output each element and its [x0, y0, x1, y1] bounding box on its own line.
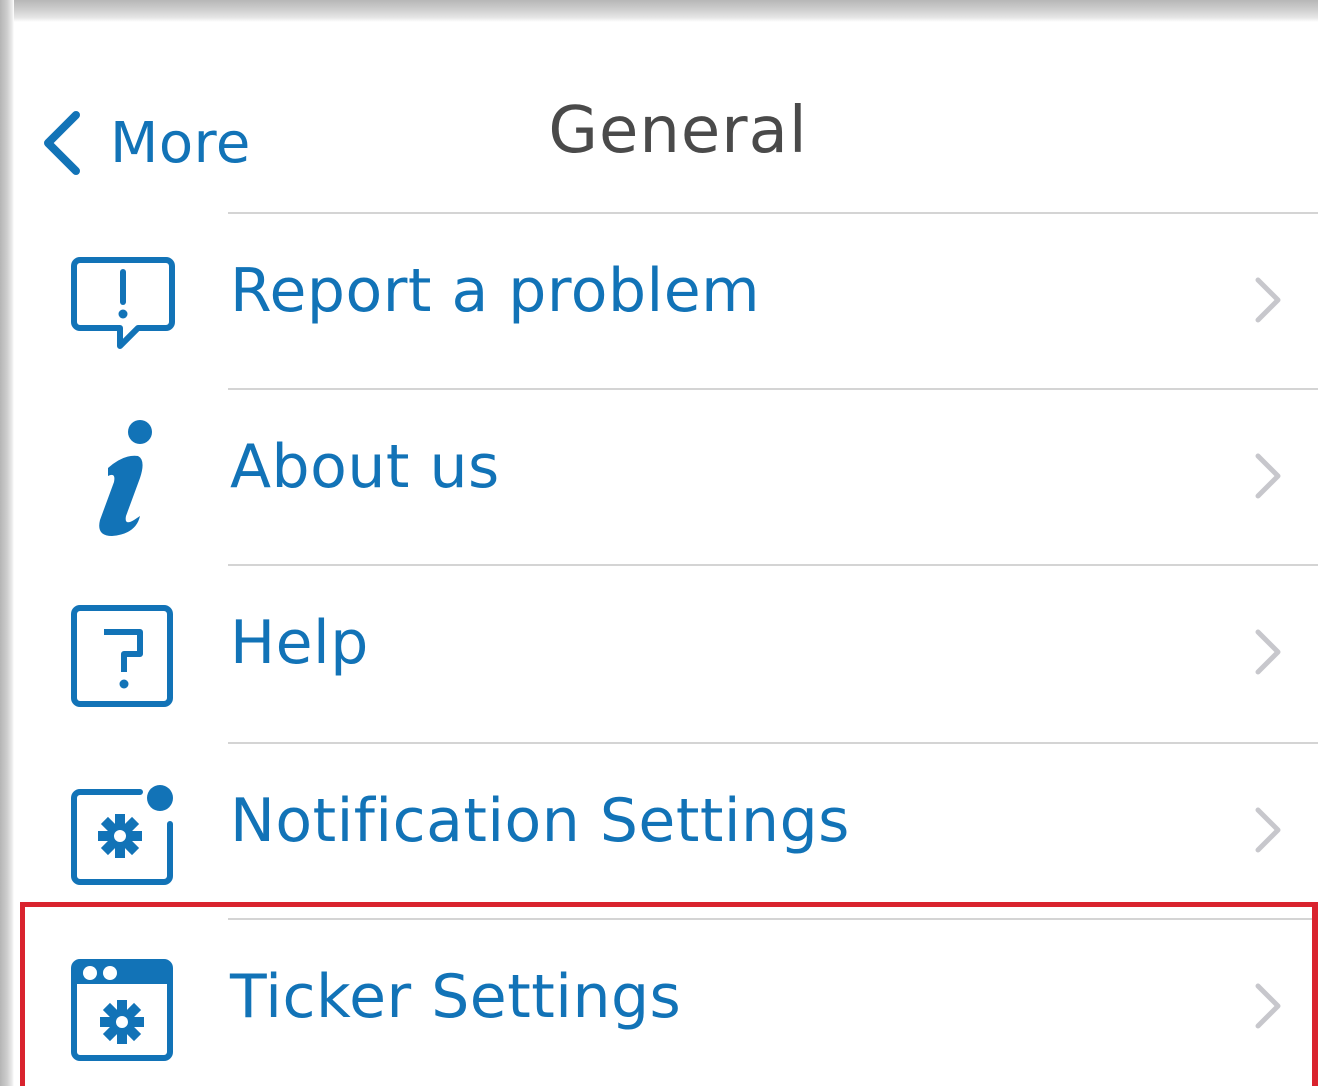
general-settings-screen: More General Report a problem About us H… — [14, 22, 1318, 1086]
screenshot-frame-left — [0, 0, 14, 1086]
chevron-right-icon — [1252, 628, 1282, 676]
notification-settings-icon — [68, 780, 178, 890]
chevron-right-icon — [1252, 806, 1282, 854]
menu-item-label: Ticker Settings — [230, 962, 682, 1032]
chevron-right-icon — [1252, 982, 1282, 1030]
chevron-right-icon — [1252, 452, 1282, 500]
help-icon — [68, 602, 178, 712]
row-separator — [228, 564, 1318, 566]
menu-item-label: About us — [230, 432, 500, 502]
menu-item-report-problem[interactable]: Report a problem — [14, 212, 1318, 388]
ticker-settings-icon — [68, 956, 178, 1066]
highlight-annotation-right-edge — [1312, 902, 1318, 1086]
menu-item-notification-settings[interactable]: Notification Settings — [14, 742, 1318, 918]
menu-item-ticker-settings[interactable]: Ticker Settings — [14, 918, 1318, 1086]
row-separator — [228, 388, 1318, 390]
menu-item-label: Report a problem — [230, 256, 761, 326]
navigation-bar: More General — [14, 22, 1318, 214]
info-icon — [68, 416, 178, 540]
row-separator — [228, 918, 1318, 920]
chevron-right-icon — [1252, 276, 1282, 324]
menu-item-label: Help — [230, 608, 369, 678]
screenshot-frame-top — [0, 0, 1318, 22]
row-separator — [228, 742, 1318, 744]
menu-item-about-us[interactable]: About us — [14, 388, 1318, 564]
report-problem-icon — [68, 250, 178, 360]
page-title: General — [548, 94, 808, 168]
menu-item-help[interactable]: Help — [14, 564, 1318, 740]
row-separator — [228, 212, 1318, 214]
menu-item-label: Notification Settings — [230, 786, 850, 856]
